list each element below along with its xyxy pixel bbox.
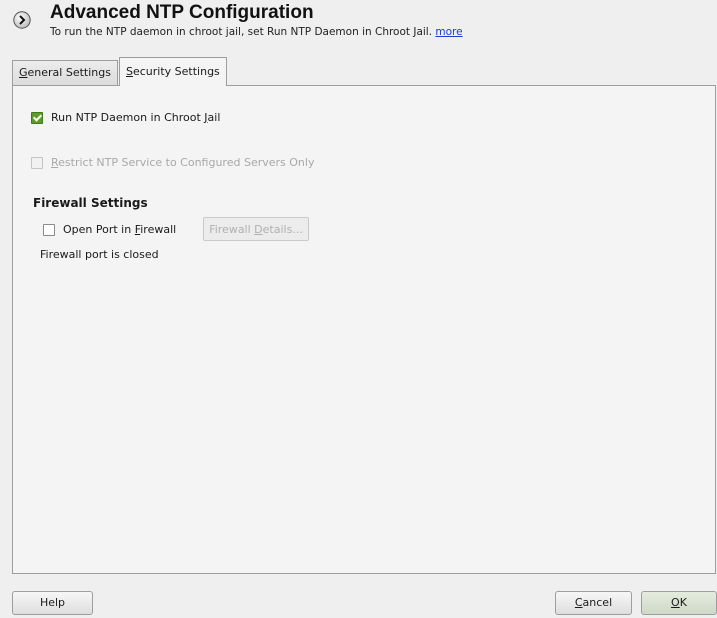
fw-details-mnemonic: D — [254, 223, 263, 236]
chroot-jail-checkbox[interactable] — [31, 111, 43, 124]
open-port-label-post: irewall — [140, 223, 177, 236]
tab-security-label: ecurity Settings — [132, 65, 220, 78]
firewall-settings-title: Firewall Settings — [33, 196, 148, 210]
chroot-jail-checkbox-row[interactable]: Run NTP Daemon in Chroot Jail — [31, 111, 220, 124]
tab-security-settings[interactable]: Security Settings — [119, 57, 227, 86]
cancel-mnemonic: C — [574, 596, 583, 609]
help-arrow-icon — [13, 11, 31, 29]
help-button[interactable]: Help — [12, 591, 93, 615]
ok-mnemonic: O — [671, 596, 680, 609]
page-title: Advanced NTP Configuration — [50, 2, 314, 23]
open-port-checkbox[interactable] — [43, 223, 55, 236]
open-port-label-pre: Open Port in — [63, 223, 135, 236]
tab-general-label: eneral Settings — [27, 66, 111, 79]
fw-details-post: etails... — [262, 223, 303, 236]
tab-general-mnemonic: G — [19, 66, 28, 79]
security-settings-panel: Run NTP Daemon in Chroot Jail Restrict N… — [12, 85, 716, 574]
subtitle-text: To run the NTP daemon in chroot jail, se… — [50, 26, 433, 38]
fw-details-pre: Firewall — [209, 223, 255, 236]
restrict-service-label: Restrict NTP Service to Configured Serve… — [51, 156, 314, 169]
chroot-label-pre: Run NTP Daemon in Chroot — [51, 111, 205, 124]
firewall-status-text: Firewall port is closed — [40, 248, 159, 261]
cancel-button[interactable]: Cancel — [555, 591, 632, 615]
tab-security-mnemonic: S — [126, 65, 133, 78]
open-port-label: Open Port in Firewall — [63, 223, 176, 236]
chroot-label-post: ail — [207, 111, 221, 124]
restrict-label-post: estrict NTP Service to Configured Server… — [58, 156, 315, 169]
dialog-header: Advanced NTP Configuration To run the NT… — [0, 0, 717, 48]
more-link[interactable]: more — [435, 26, 462, 38]
tab-general-settings[interactable]: General Settings — [12, 60, 118, 85]
restrict-service-checkbox[interactable] — [31, 156, 43, 169]
firewall-details-button[interactable]: Firewall Details... — [203, 217, 309, 241]
tab-bar: General Settings Security Settings — [12, 57, 717, 86]
ok-button[interactable]: OK — [641, 591, 717, 615]
cancel-label: ancel — [582, 596, 613, 609]
open-port-checkbox-row[interactable]: Open Port in Firewall — [43, 223, 176, 236]
page-subtitle: To run the NTP daemon in chroot jail, se… — [50, 26, 463, 38]
chroot-jail-label: Run NTP Daemon in Chroot Jail — [51, 111, 220, 124]
ok-label: K — [679, 596, 687, 609]
restrict-service-checkbox-row[interactable]: Restrict NTP Service to Configured Serve… — [31, 156, 314, 169]
